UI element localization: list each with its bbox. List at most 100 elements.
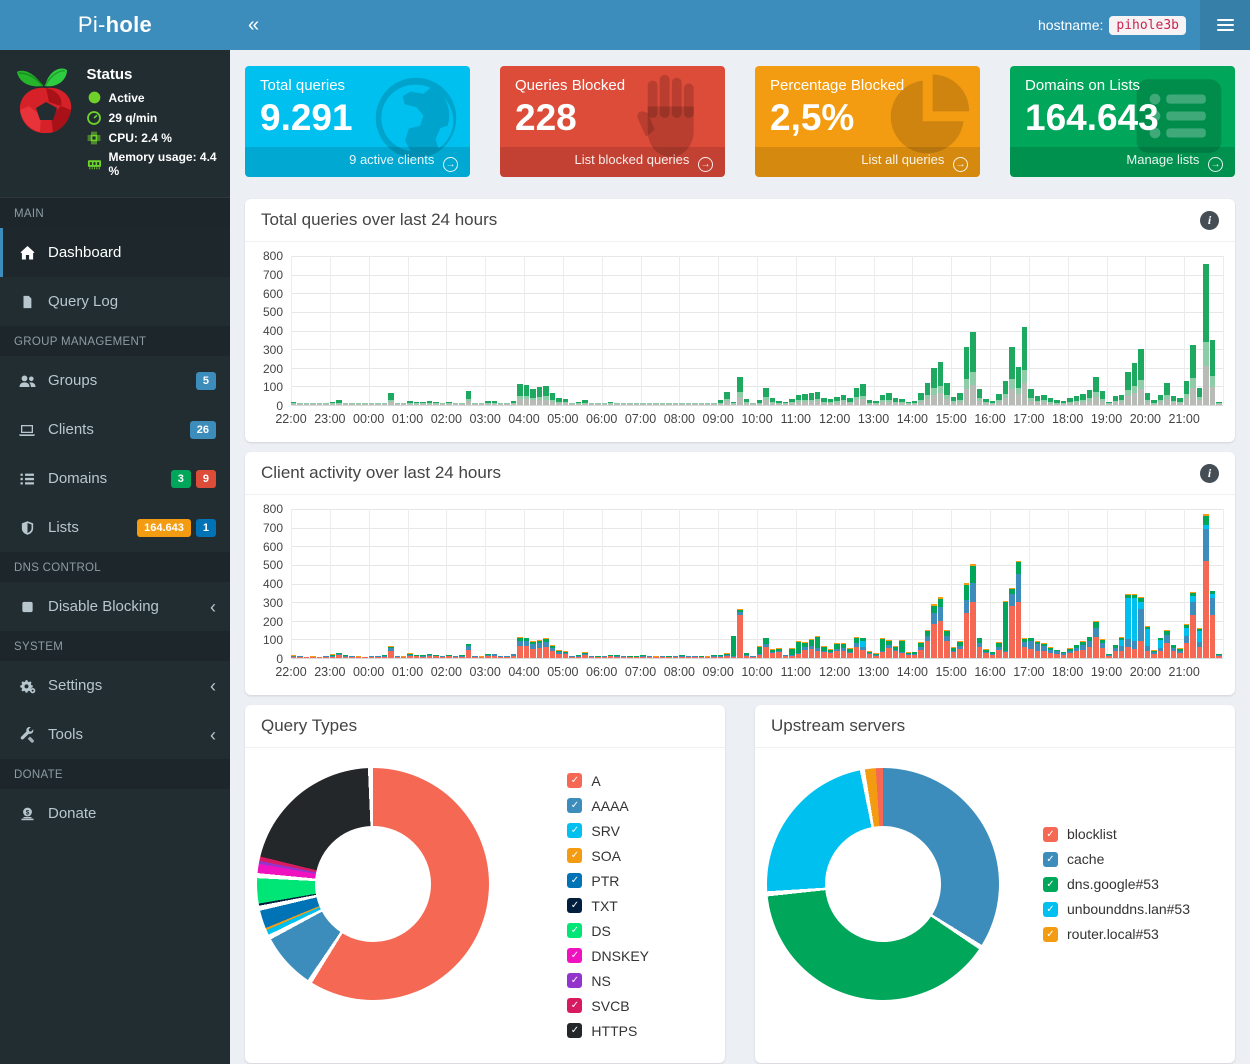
info-icon[interactable]: i [1200, 464, 1219, 483]
legend-item-https[interactable]: ✓HTTPS [567, 1023, 649, 1039]
bar [602, 403, 607, 405]
raspberry-logo-icon [12, 64, 81, 183]
bar [524, 385, 529, 405]
bar [634, 656, 639, 658]
bar [453, 656, 458, 658]
sidebar-item-query-log[interactable]: Query Log [0, 277, 230, 326]
legend-item-ptr[interactable]: ✓PTR [567, 873, 649, 889]
legend-item-ns[interactable]: ✓NS [567, 973, 649, 989]
bar [809, 639, 814, 658]
card-footer-link[interactable]: Manage lists → [1010, 147, 1235, 177]
bar [815, 392, 820, 405]
card-footer-link[interactable]: List blocked queries → [500, 147, 725, 177]
card-footer-link[interactable]: List all queries → [755, 147, 980, 177]
y-tick-label: 200 [263, 362, 283, 376]
bar [517, 384, 522, 405]
bar [537, 640, 542, 658]
bar [1106, 654, 1111, 658]
checkbox-checked-icon[interactable]: ✓ [567, 948, 582, 963]
bar [595, 656, 600, 658]
x-tick-label: 14:00 [897, 412, 928, 426]
legend-item-aaaa[interactable]: ✓ AAAA [567, 798, 649, 814]
checkbox-checked-icon[interactable]: ✓ [567, 873, 582, 888]
checkbox-checked-icon[interactable]: ✓ [567, 973, 582, 988]
sidebar-item-settings[interactable]: Settings‹ [0, 661, 230, 710]
bar [336, 400, 341, 405]
checkbox-checked-icon[interactable]: ✓ [1043, 902, 1058, 917]
sidebar-item-tools[interactable]: Tools‹ [0, 710, 230, 759]
legend-item-a[interactable]: ✓A [567, 773, 649, 789]
sidebar-item-disable-blocking[interactable]: Disable Blocking‹ [0, 582, 230, 631]
sidebar-item-clients[interactable]: Clients26 [0, 405, 230, 454]
checkbox-checked-icon[interactable]: ✓ [567, 848, 582, 863]
checkbox-checked-icon[interactable]: ✓ [567, 998, 582, 1013]
hamburger-menu-icon[interactable] [1200, 0, 1250, 50]
legend-item-dns-google-53[interactable]: ✓dns.google#53 [1043, 876, 1190, 892]
legend-item-cache[interactable]: ✓cache [1043, 851, 1190, 867]
sidebar-item-domains[interactable]: Domains39 [0, 454, 230, 503]
x-tick-label: 03:00 [470, 412, 501, 426]
brand-bold: hole [106, 12, 152, 38]
card-footer-label: 9 active clients [349, 152, 434, 167]
checkbox-checked-icon[interactable]: ✓ [567, 1023, 582, 1038]
legend-item-unbounddns-lan-53[interactable]: ✓unbounddns.lan#53 [1043, 901, 1190, 917]
sidebar-item-lists[interactable]: Lists164.6431 [0, 503, 230, 552]
checkbox-checked-icon[interactable]: ✓ [567, 798, 582, 813]
list-icon [16, 471, 38, 487]
checkbox-checked-icon[interactable]: ✓ [567, 923, 582, 938]
bar [556, 650, 561, 658]
bar [744, 399, 749, 405]
sidebar-collapse-button[interactable]: « [230, 0, 277, 50]
checkbox-checked-icon[interactable]: ✓ [567, 898, 582, 913]
checkbox-checked-icon[interactable]: ✓ [1043, 852, 1058, 867]
bar [951, 397, 956, 405]
sidebar-item-donate[interactable]: $Donate [0, 789, 230, 838]
bar [634, 403, 639, 405]
legend-item-srv[interactable]: ✓SRV [567, 823, 649, 839]
bar [466, 644, 471, 658]
legend-item-soa[interactable]: ✓SOA [567, 848, 649, 864]
bar [440, 656, 445, 658]
legend-item-ds[interactable]: ✓DS [567, 923, 649, 939]
bar [1087, 637, 1092, 658]
checkbox-checked-icon[interactable]: ✓ [567, 773, 582, 788]
legend-item-svcb[interactable]: ✓SVCB [567, 998, 649, 1014]
legend-item-router-local-53[interactable]: ✓router.local#53 [1043, 926, 1190, 942]
bar [1113, 645, 1118, 658]
bar [543, 386, 548, 405]
sidebar-item-dashboard[interactable]: Dashboard [0, 228, 230, 277]
bar [666, 403, 671, 405]
card-title: Domains on Lists [1025, 77, 1220, 94]
sidebar-item-groups[interactable]: Groups5 [0, 356, 230, 405]
status-label: Active [109, 91, 145, 105]
bar [763, 638, 768, 658]
bar [530, 641, 535, 658]
bar [1210, 340, 1215, 405]
legend-item-dnskey[interactable]: ✓ DNSKEY [567, 948, 649, 964]
sidebar-item-label: Domains [48, 470, 107, 487]
legend-label: AAAA [591, 798, 628, 814]
arrow-circle-right-icon: → [443, 157, 458, 172]
brand-logo[interactable]: Pi-hole [0, 0, 230, 50]
checkbox-checked-icon[interactable]: ✓ [1043, 827, 1058, 842]
bar [1184, 624, 1189, 658]
bar [304, 403, 309, 405]
legend-label: DNSKEY [591, 948, 649, 964]
bar [356, 656, 361, 658]
legend-item-blocklist[interactable]: ✓blocklist [1043, 826, 1190, 842]
checkbox-checked-icon[interactable]: ✓ [1043, 927, 1058, 942]
bar [1100, 639, 1105, 658]
bar [395, 403, 400, 405]
menu-section-header: MAIN [0, 198, 230, 228]
checkbox-checked-icon[interactable]: ✓ [567, 823, 582, 838]
bar [433, 655, 438, 658]
legend-item-txt[interactable]: ✓TXT [567, 898, 649, 914]
card-footer-link[interactable]: 9 active clients → [245, 147, 470, 177]
bar [776, 401, 781, 405]
bar [776, 648, 781, 658]
bar [1216, 654, 1221, 658]
info-icon[interactable]: i [1200, 211, 1219, 230]
bar [1138, 349, 1143, 405]
checkbox-checked-icon[interactable]: ✓ [1043, 877, 1058, 892]
x-tick-label: 16:00 [974, 665, 1005, 679]
